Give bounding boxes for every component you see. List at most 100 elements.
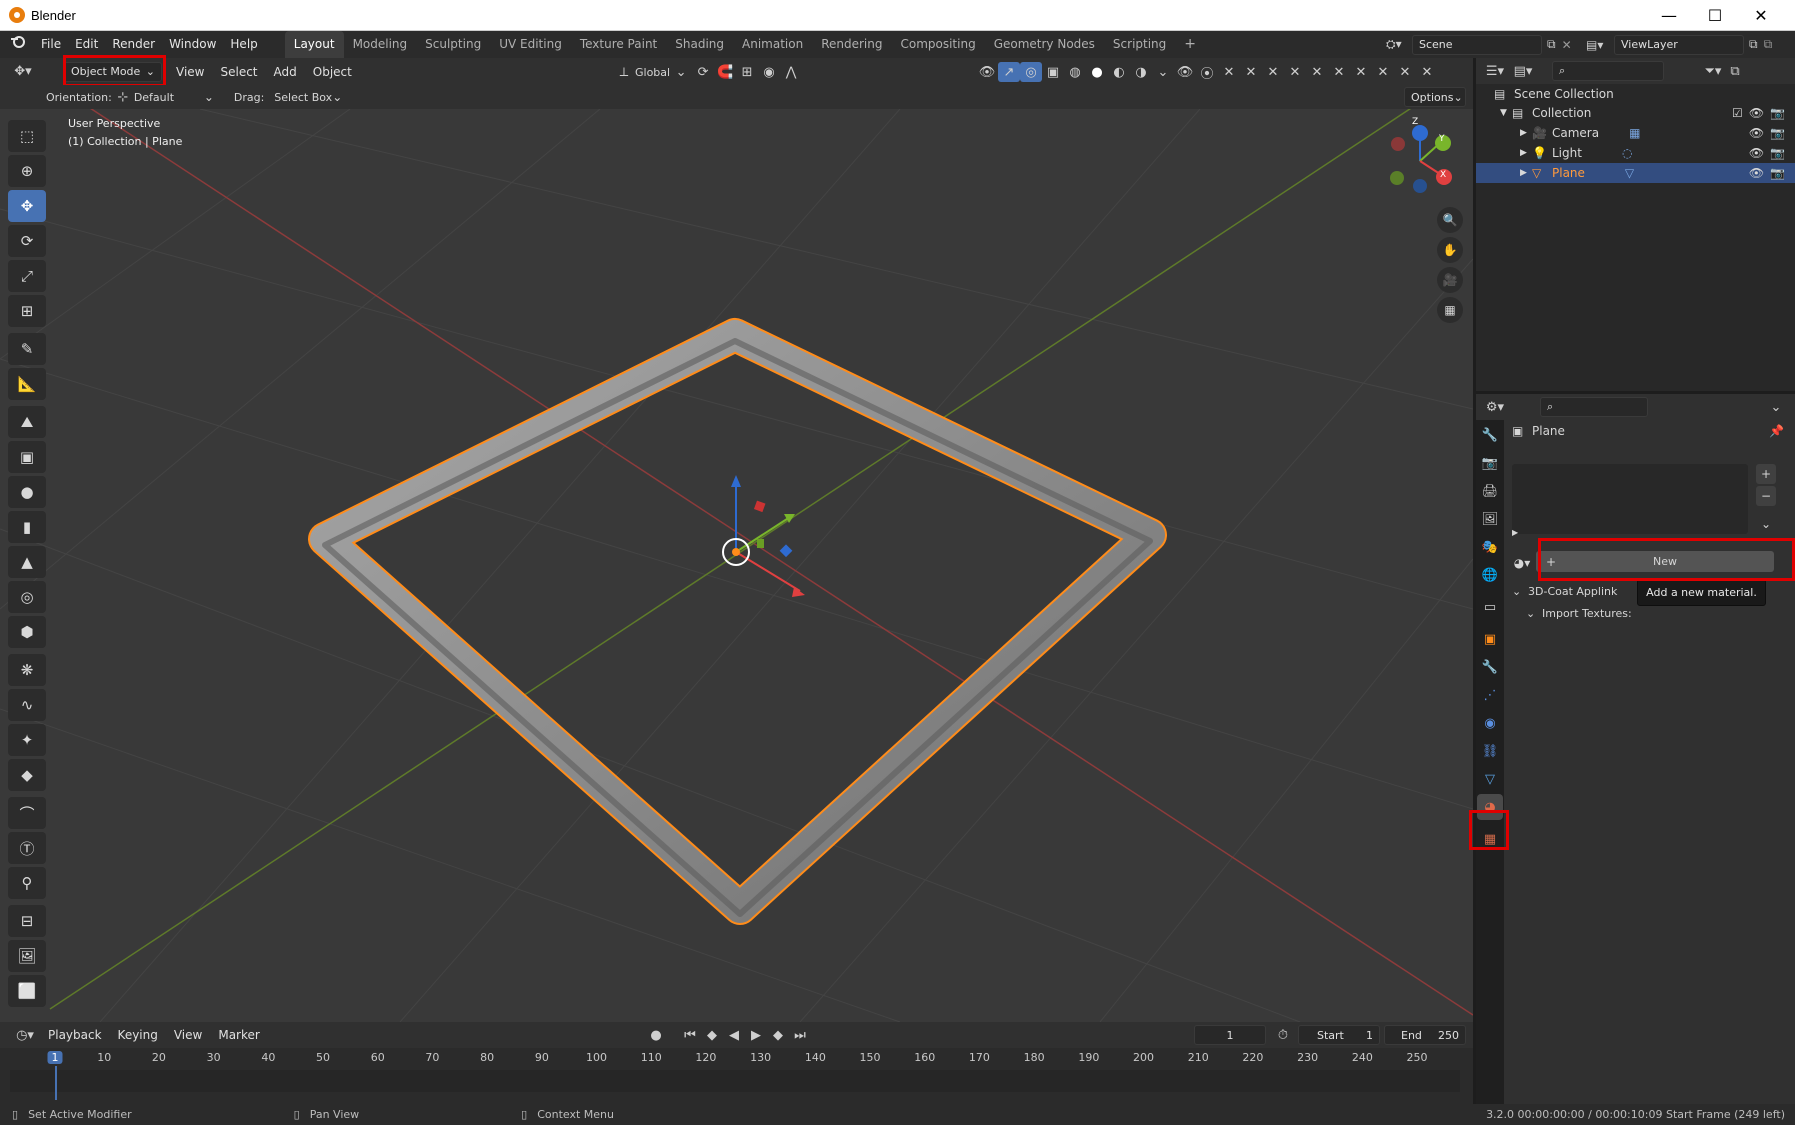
tab-animation[interactable]: Animation [733,31,812,58]
options-dropdown[interactable]: Options ⌄ [1404,87,1466,107]
eye-icon[interactable]: 👁 [1749,166,1764,180]
add-plane-icon[interactable]: ⛰ [8,406,46,438]
camera-data-icon[interactable]: ▦ [1629,126,1640,140]
disabled-icon[interactable]: ✕ [1262,62,1284,82]
chevron-down-icon[interactable]: ⌄ [670,62,692,82]
light-data-icon[interactable]: ◌ [1622,146,1632,160]
checkbox-icon[interactable]: ☑ [1732,106,1743,120]
disabled-icon[interactable]: ✕ [1372,62,1394,82]
add-workspace-button[interactable]: + [1175,31,1205,58]
add-cube-icon[interactable]: ▣ [8,441,46,473]
menu-render[interactable]: Render [105,31,162,58]
timeline-editor[interactable]: ◷▾ Playback Keying View Marker ● ⏮ ◆ ◀ ▶… [0,1022,1473,1104]
view-layer-icon[interactable]: ▤▾ [1586,38,1614,52]
outliner-editor-icon[interactable]: ☰▾ [1484,61,1506,81]
menu-help[interactable]: Help [223,31,264,58]
jump-start-icon[interactable]: ⏮ [679,1025,701,1045]
select-box-icon[interactable]: ⬚ [8,120,46,152]
tab-rendering[interactable]: Rendering [812,31,891,58]
applink-panel-header[interactable]: ⌄ 3D-Coat Applink [1512,582,1632,600]
camera-view-icon[interactable]: 🎥 [1437,267,1463,293]
menu-object[interactable]: Object [305,65,360,79]
chevron-down-icon[interactable]: ⌄ [1756,514,1776,534]
scale-icon[interactable]: ⤢ [8,260,46,292]
maximize-button[interactable]: ☐ [1692,0,1738,31]
properties-editor-icon[interactable]: ⚙▾ [1484,397,1506,417]
blender-menu-icon[interactable] [0,31,34,58]
remove-scene-icon[interactable]: ✕ [1562,38,1572,52]
menu-file[interactable]: File [34,31,68,58]
disabled-icon[interactable]: ✕ [1218,62,1240,82]
outliner-scene-collection[interactable]: ▤ Scene Collection [1476,84,1795,104]
new-collection-icon[interactable]: ⧉ [1724,61,1746,81]
add-image-icon[interactable]: 🖼 [8,940,46,972]
eye-icon[interactable]: 👁 [1749,106,1764,120]
remove-slot-button[interactable]: − [1756,486,1776,506]
menu-edit[interactable]: Edit [68,31,105,58]
add-light-icon[interactable]: ✦ [8,724,46,756]
current-frame-field[interactable]: 1 [1194,1025,1266,1045]
snap-target-icon[interactable]: ⊞ [736,62,758,82]
scene-icon[interactable]: ⛭▾ [1386,37,1412,52]
close-button[interactable]: ✕ [1738,0,1784,31]
view-layer-field[interactable]: ViewLayer [1614,34,1744,55]
menu-add[interactable]: Add [266,65,305,79]
next-keyframe-icon[interactable]: ◆ [767,1025,789,1045]
add-box-icon[interactable]: ⬜ [8,975,46,1007]
disabled-icon[interactable]: ✕ [1350,62,1372,82]
filter-icon[interactable]: ⏷▾ [1702,61,1724,81]
physics-tab-icon[interactable]: ◉ [1477,710,1503,736]
zoom-icon[interactable]: 🔍 [1437,207,1463,233]
record-icon[interactable]: ● [645,1025,667,1045]
material-slot-list[interactable] [1512,464,1748,534]
particles-tab-icon[interactable]: ⋰ [1477,682,1503,708]
gizmo-z-label[interactable]: Z [1412,117,1418,127]
tab-layout[interactable]: Layout [284,31,344,58]
expand-arrow-icon[interactable]: ▶ [1520,128,1532,138]
3d-viewport[interactable]: User Perspective (1) Collection | Plane … [0,109,1473,1022]
add-curve-icon[interactable]: ∿ [8,689,46,721]
start-frame-field[interactable]: Start 1 [1298,1025,1380,1045]
menu-view[interactable]: View [168,65,212,79]
visibility-icon[interactable]: 👁 [1174,62,1196,82]
menu-window[interactable]: Window [162,31,223,58]
transform-orientation-value[interactable]: Global [635,66,670,79]
modifier-tab-icon[interactable]: 🔧 [1477,654,1503,680]
material-preview-icon[interactable]: ◐ [1108,62,1130,82]
tab-scripting[interactable]: Scripting [1104,31,1175,58]
view-layer-tab-icon[interactable]: 🖼 [1477,506,1503,532]
add-metaball-icon[interactable]: ❋ [8,654,46,686]
rendered-shading-icon[interactable]: ◑ [1130,62,1152,82]
expand-arrow-icon[interactable]: ▼ [1500,108,1512,118]
snap-icon[interactable]: 🧲 [714,62,736,82]
tool-tab-icon[interactable]: 🔧 [1477,422,1503,448]
remove-view-layer-icon[interactable]: ⧉ [1764,37,1773,52]
constraints-tab-icon[interactable]: ⛓ [1477,738,1503,764]
timeline-track[interactable] [10,1070,1460,1092]
output-tab-icon[interactable]: 🖨 [1477,478,1503,504]
add-torus-icon[interactable]: ◎ [8,581,46,613]
chevron-down-icon[interactable]: ⌄ [1152,62,1174,82]
world-tab-icon[interactable]: 🌐 [1477,562,1503,588]
copy-view-layer-icon[interactable]: ⧉ [1749,37,1758,52]
disabled-icon[interactable]: ✕ [1416,62,1438,82]
render-camera-icon[interactable]: 📷 [1770,106,1785,120]
clock-icon[interactable]: ◷▾ [10,1025,40,1045]
render-camera-icon[interactable]: 📷 [1770,166,1785,180]
pan-hand-icon[interactable]: ✋ [1437,237,1463,263]
add-bone-icon[interactable]: ⚲ [8,867,46,899]
xray-icon[interactable]: ▣ [1042,62,1064,82]
outliner-search-input[interactable]: ⌕ [1552,61,1664,81]
add-cylinder-icon[interactable]: ▮ [8,511,46,543]
orientation-icon[interactable]: ⊹ [112,87,134,107]
proportional-edit-icon[interactable]: ◉ [758,62,780,82]
scene-name-field[interactable]: Scene [1412,34,1542,55]
play-reverse-icon[interactable]: ◀ [723,1025,745,1045]
gizmo-icon[interactable]: ↗ [998,62,1020,82]
timeline-menu-keying[interactable]: Keying [110,1028,166,1042]
orientation-value[interactable]: Default [134,91,204,104]
disabled-icon[interactable]: ✕ [1284,62,1306,82]
pin-icon[interactable]: 📌 [1769,424,1784,438]
overlays-icon[interactable]: ◎ [1020,62,1042,82]
add-lattice-icon[interactable]: ⊟ [8,905,46,937]
